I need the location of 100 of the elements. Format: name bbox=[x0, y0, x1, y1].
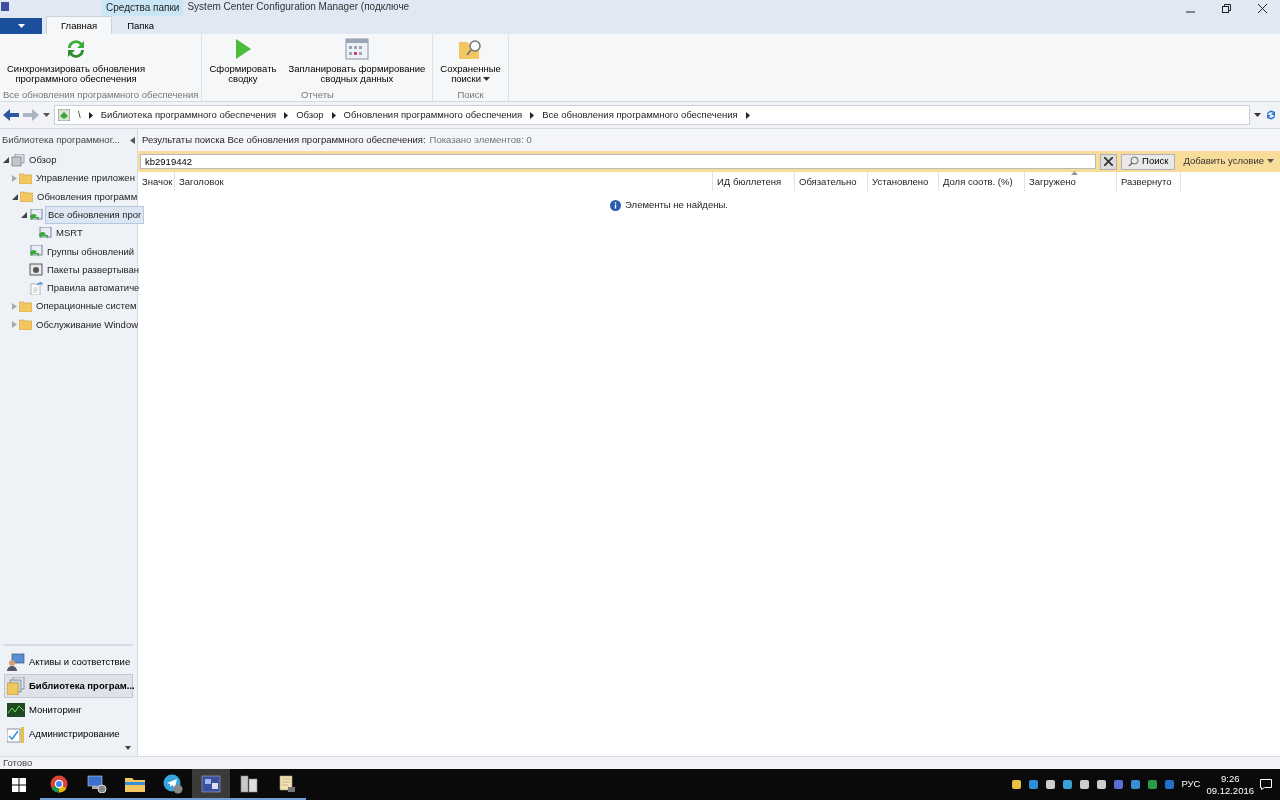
tree-item[interactable]: Все обновления прог bbox=[45, 205, 145, 225]
update-window-icon bbox=[29, 245, 43, 259]
calendar-icon bbox=[344, 37, 369, 61]
breadcrumb-item[interactable]: Обзор bbox=[296, 107, 324, 123]
context-tab-label: Средства папки bbox=[102, 0, 184, 16]
close-icon[interactable] bbox=[1257, 3, 1267, 13]
status-text: Готово bbox=[0, 756, 1280, 769]
search-button[interactable]: Поиск bbox=[1121, 153, 1176, 170]
folder-icon[interactable] bbox=[125, 775, 145, 792]
ribbon-button[interactable]: Запланировать формирование сводных данных bbox=[284, 37, 430, 84]
empty-message: Элементы не найдены. bbox=[625, 198, 728, 212]
language-indicator[interactable]: РУС bbox=[1181, 777, 1201, 792]
tree-item[interactable]: Пакеты развертыван bbox=[45, 261, 141, 279]
search-field[interactable]: kb2919442 bbox=[140, 154, 1097, 169]
more-caret-icon[interactable] bbox=[124, 746, 131, 750]
tree-item[interactable]: Обслуживание Window bbox=[34, 316, 141, 333]
ribbon-button[interactable]: Сформировать сводку bbox=[205, 37, 281, 84]
refresh-icon[interactable] bbox=[1265, 109, 1277, 121]
computer-person-icon bbox=[7, 653, 25, 671]
expanded-arrow-icon[interactable] bbox=[21, 212, 27, 219]
address-bar[interactable]: \ Библиотека программного обеспечения Обзор Обновления программного обеспечения Все обновления программного обеспечения bbox=[54, 105, 1250, 125]
chevron-right-icon bbox=[530, 111, 535, 119]
stacked-windows-icon bbox=[7, 677, 25, 695]
browser-circle-icon[interactable] bbox=[50, 774, 68, 793]
ribbon-tab[interactable]: Главная bbox=[46, 16, 113, 34]
chevron-right-icon bbox=[331, 111, 336, 119]
chevron-right-icon bbox=[88, 111, 93, 119]
results-title: Результаты поиска Все обновления программного обеспечения: bbox=[142, 132, 426, 147]
windows-logo-icon[interactable] bbox=[12, 777, 26, 792]
collapse-arrow-icon[interactable] bbox=[130, 136, 135, 144]
search-icon bbox=[1128, 156, 1140, 167]
breadcrumb-item[interactable]: Обновления программного обеспечения bbox=[343, 107, 523, 123]
add-criteria-button[interactable]: Добавить условие bbox=[1179, 154, 1278, 169]
server-tower-icon[interactable] bbox=[239, 774, 259, 793]
clock-date[interactable]: 09.12.2016 bbox=[1206, 784, 1254, 797]
tree-item[interactable]: Управление приложен bbox=[34, 170, 137, 187]
caret-icon bbox=[1254, 112, 1261, 118]
app-icon bbox=[0, 0, 10, 12]
update-window-icon bbox=[38, 226, 52, 240]
window-title: System Center Configuration Manager (подключе bbox=[186, 0, 410, 14]
column-header[interactable]: Заголовок bbox=[175, 172, 713, 191]
update-window-icon bbox=[29, 208, 43, 222]
breadcrumb-item[interactable]: \ bbox=[78, 107, 81, 123]
package-window-icon bbox=[29, 263, 43, 277]
monitor-chart-icon bbox=[7, 701, 25, 719]
console-window-icon[interactable] bbox=[201, 774, 221, 793]
folder-magnifier-icon bbox=[457, 37, 484, 61]
notification-icon[interactable] bbox=[1260, 779, 1272, 790]
monitor-gear-icon[interactable] bbox=[87, 774, 107, 793]
ribbon-tab[interactable]: Папка bbox=[112, 16, 170, 34]
folder-icon bbox=[20, 191, 33, 203]
workspace-button[interactable]: Администрирование bbox=[4, 722, 133, 746]
breadcrumb-item[interactable]: Все обновления программного обеспечения bbox=[542, 107, 738, 123]
tree-item[interactable]: Правила автоматиче bbox=[45, 280, 142, 297]
column-header[interactable]: Установлено bbox=[868, 172, 939, 191]
scroll-icon[interactable] bbox=[277, 774, 297, 793]
chevron-right-icon bbox=[745, 111, 750, 119]
clock-time[interactable]: 9:26 bbox=[1206, 772, 1254, 785]
column-header[interactable]: ИД бюллетеня bbox=[713, 172, 795, 191]
close-icon bbox=[1104, 157, 1114, 166]
document-arrow-icon bbox=[29, 281, 43, 295]
caret-icon bbox=[1267, 159, 1274, 164]
workspace-button[interactable]: Мониторинг bbox=[4, 698, 133, 722]
tree-item[interactable]: Обзор bbox=[27, 152, 59, 169]
file-menu-button[interactable] bbox=[0, 18, 42, 34]
column-header[interactable]: Развернуто bbox=[1117, 172, 1181, 191]
tree-item[interactable]: Обновления программ bbox=[35, 188, 140, 205]
clear-button[interactable] bbox=[1100, 153, 1118, 170]
workspace-button[interactable]: Библиотека програм... bbox=[4, 674, 133, 698]
pane-title: Библиотека программног... bbox=[2, 132, 120, 147]
site-icon bbox=[58, 109, 70, 121]
restore-icon[interactable] bbox=[1221, 3, 1231, 13]
column-header[interactable]: Доля соотв. (%) bbox=[939, 172, 1025, 191]
workspace-button[interactable]: Активы и соответствие bbox=[4, 650, 133, 674]
column-header[interactable]: Загружено bbox=[1025, 172, 1117, 191]
checklist-chart-icon bbox=[7, 725, 25, 743]
folder-icon bbox=[19, 301, 32, 312]
tree-item[interactable]: MSRT bbox=[54, 225, 85, 242]
tree-item[interactable]: Группы обновлений bbox=[45, 243, 137, 260]
folder-icon bbox=[19, 172, 32, 184]
caret-icon bbox=[43, 112, 50, 118]
ribbon-group-label: Отчеты bbox=[300, 89, 335, 101]
ribbon-group-label: Все обновления программного обеспечения bbox=[3, 89, 199, 101]
chevron-right-icon bbox=[284, 111, 289, 119]
caret-icon bbox=[17, 23, 25, 29]
expanded-arrow-icon[interactable] bbox=[12, 193, 18, 200]
info-icon bbox=[610, 199, 622, 211]
back-arrow-icon[interactable] bbox=[3, 108, 19, 122]
ribbon-button[interactable]: Синхронизировать обновления программного обеспечения bbox=[3, 37, 150, 84]
ribbon-group-label: Поиск bbox=[456, 89, 485, 101]
column-header[interactable]: Значок bbox=[138, 172, 175, 191]
tree-item[interactable]: Операционные систем bbox=[34, 298, 139, 315]
folder-icon bbox=[19, 319, 32, 331]
stacked-pages-icon bbox=[11, 153, 25, 167]
column-header[interactable]: Обязательно bbox=[795, 172, 868, 191]
expanded-arrow-icon[interactable] bbox=[3, 157, 9, 164]
ribbon-button[interactable]: Сохраненные поиски bbox=[436, 37, 505, 84]
breadcrumb-item[interactable]: Библиотека программного обеспечения bbox=[100, 107, 277, 123]
paper-plane-circle-icon[interactable] bbox=[163, 773, 183, 794]
item-count: Показано элементов: 0 bbox=[429, 132, 532, 147]
